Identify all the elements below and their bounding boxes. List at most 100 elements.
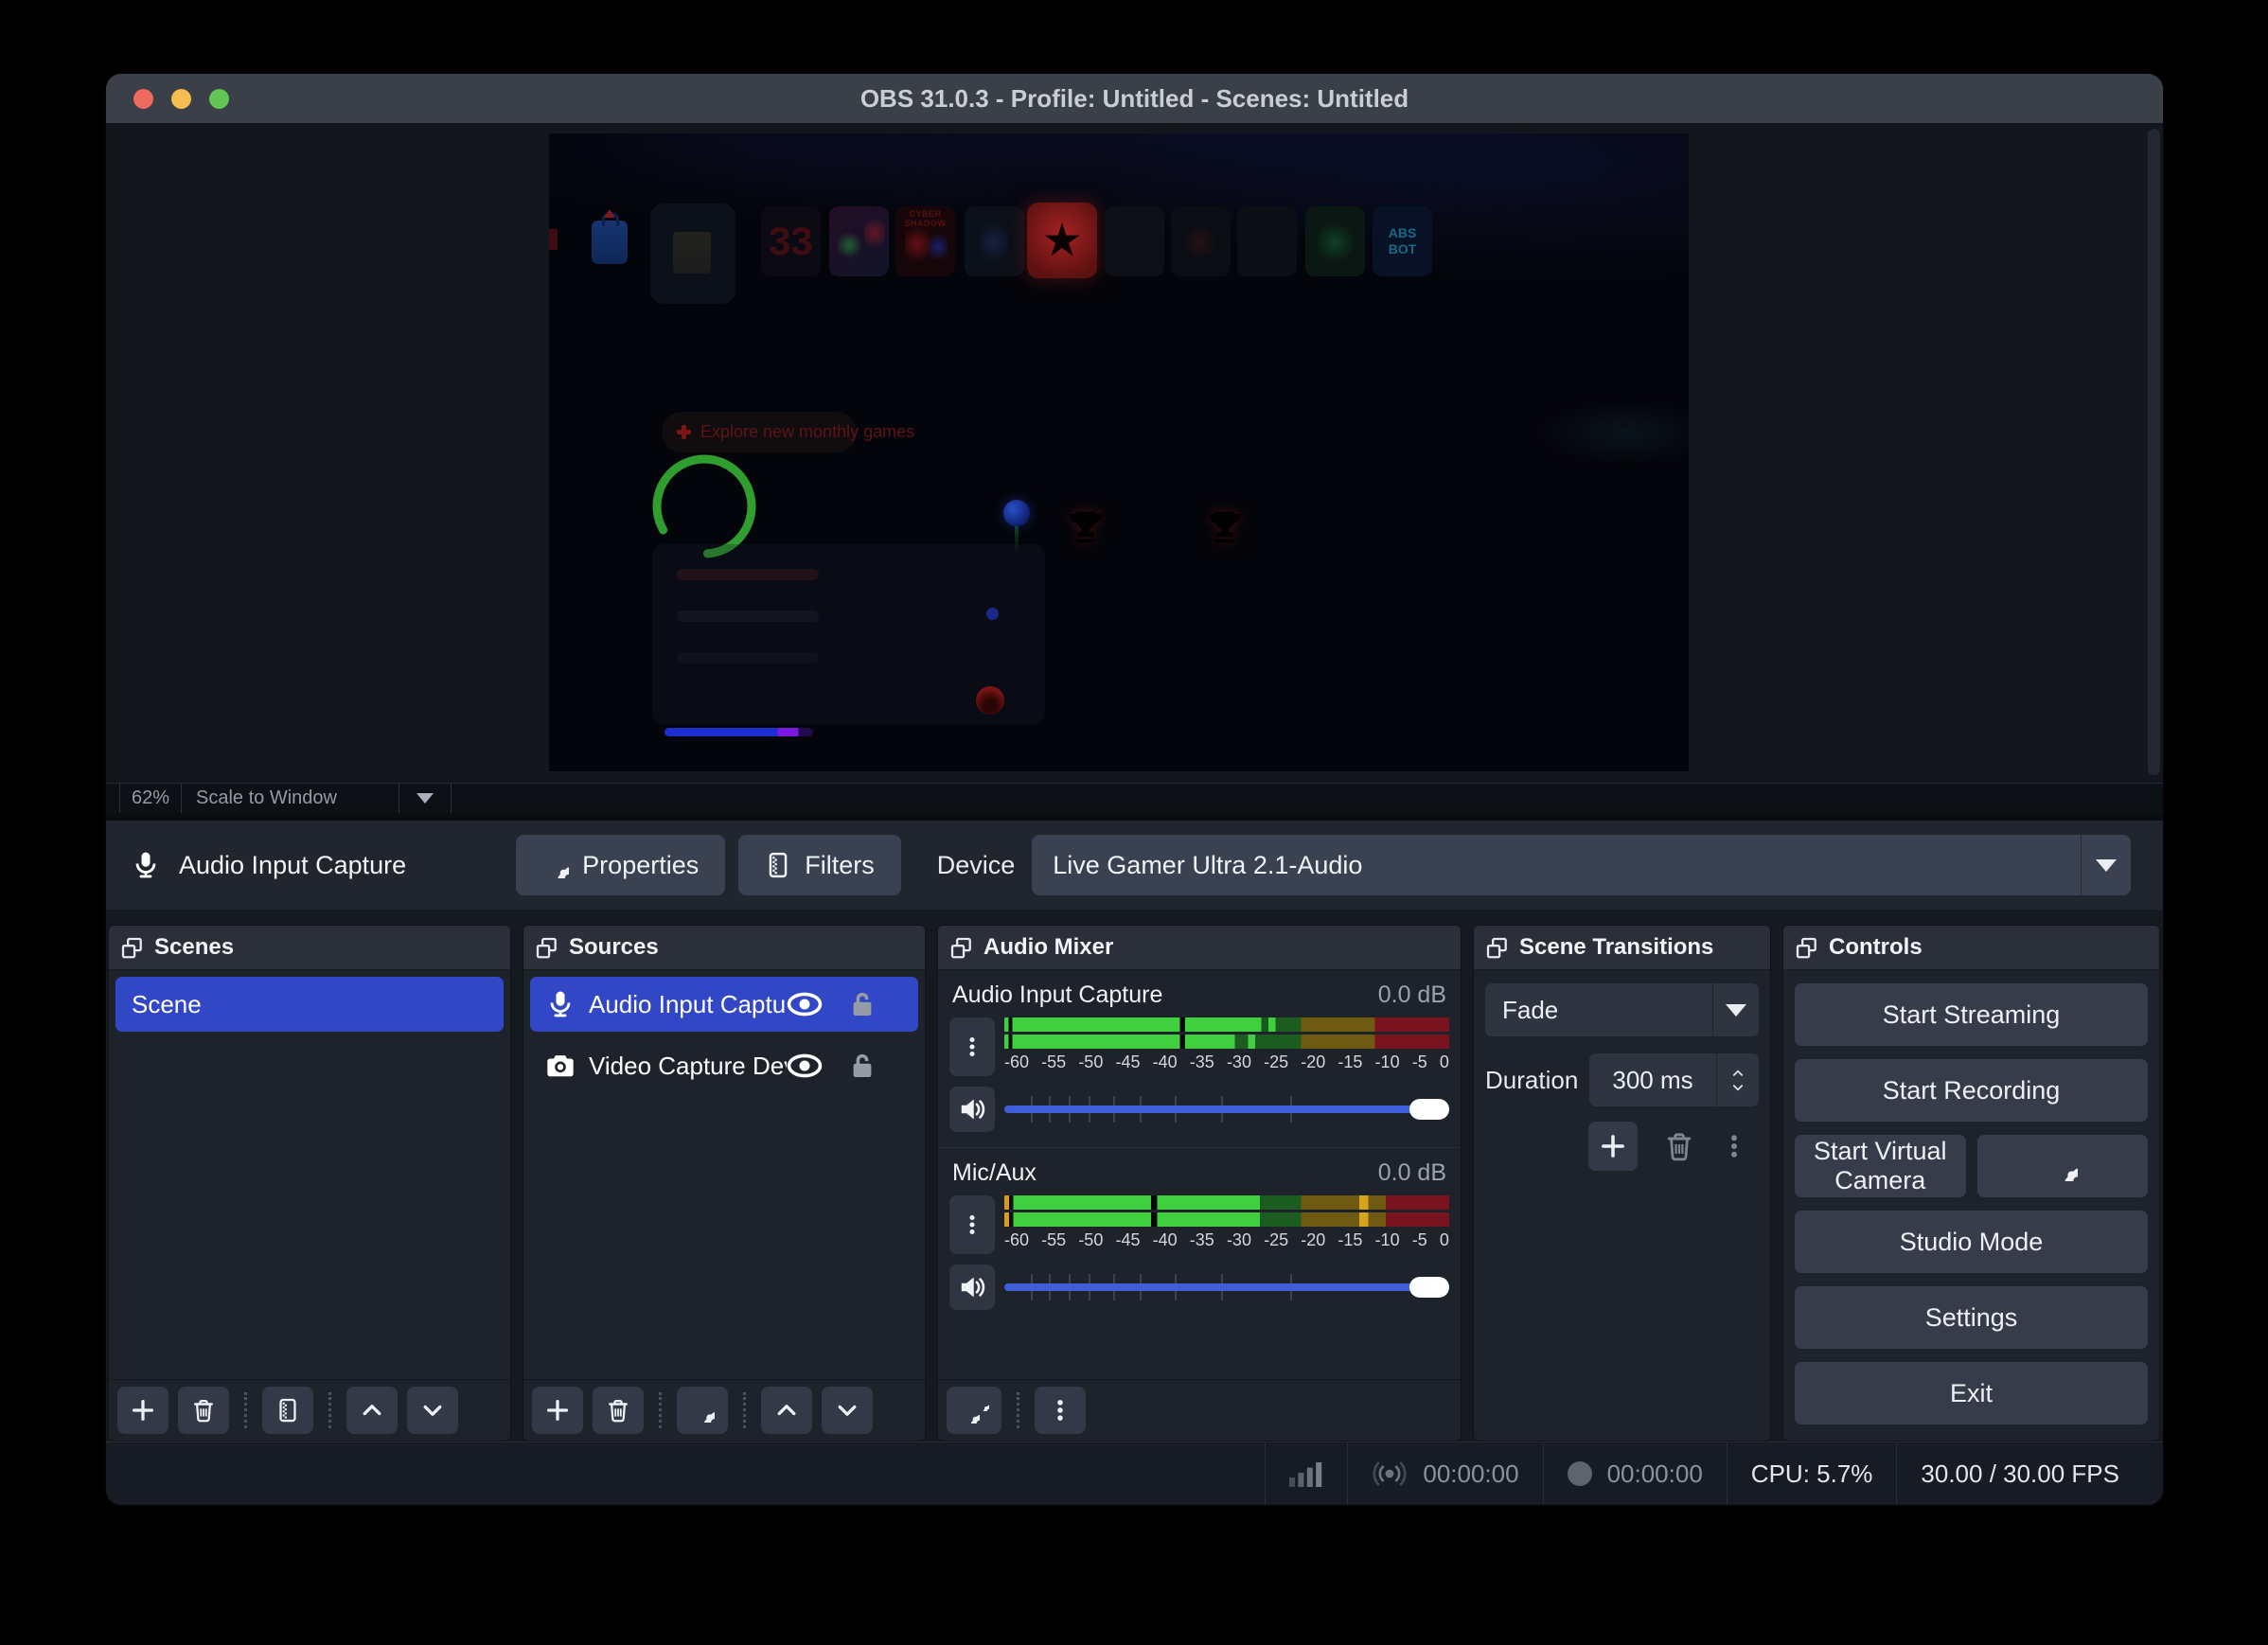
sources-toolbar [523,1379,925,1441]
exit-button[interactable]: Exit [1795,1362,2148,1424]
unlock-icon[interactable] [848,1052,877,1080]
virtual-camera-settings-button[interactable] [1977,1135,2149,1197]
device-select[interactable]: Live Gamer Ultra 2.1-Audio [1032,835,2131,895]
double-gear-icon [959,1397,989,1424]
eye-icon[interactable] [787,992,823,1017]
scale-mode-dropdown[interactable] [399,784,452,813]
mixer-channel-menu-button[interactable] [949,1017,995,1076]
chevron-down-icon [2096,859,2117,872]
device-select-arrow[interactable] [2081,835,2131,895]
remove-source-button[interactable] [593,1387,644,1434]
source-list-item[interactable]: Video Capture Devi [530,1038,918,1093]
scenes-panel-title: Scenes [154,934,234,961]
context-source: Audio Input Capture [132,851,406,880]
ps-plus-icon [677,425,691,439]
audio-mixer-body: Audio Input Capture 0.0 dB -60-55-50-45-… [938,970,1461,1379]
speaker-icon [959,1274,985,1300]
tile-text: BOT [1389,242,1417,256]
scenes-panel-header: Scenes [109,926,510,970]
camera-icon [546,1052,575,1080]
scene-filters-button[interactable] [262,1387,313,1434]
blue-dot-icon [986,608,999,620]
move-scene-up-button[interactable] [346,1387,398,1434]
vu-meter-right [1004,1035,1449,1049]
mixer-toolbar [938,1379,1461,1441]
volume-slider[interactable] [1004,1087,1449,1132]
duration-spinner-arrows[interactable] [1716,1053,1759,1106]
volume-slider[interactable] [1004,1265,1449,1310]
stream-time: 00:00:00 [1423,1459,1518,1489]
filter-icon [275,1398,300,1423]
source-name: Audio Input Captur [589,990,787,1019]
transition-select[interactable]: Fade [1485,983,1759,1036]
mixer-channel-menu-button[interactable] [949,1195,995,1254]
properties-button[interactable]: Properties [516,835,725,895]
filters-button[interactable]: Filters [738,835,901,895]
remove-transition-button[interactable] [1664,1131,1694,1161]
zoom-window-button[interactable] [209,89,229,109]
start-streaming-button[interactable]: Start Streaming [1795,983,2148,1046]
trophy-icon [1069,504,1103,548]
move-scene-down-button[interactable] [407,1387,458,1434]
kebab-menu-icon [961,1207,983,1243]
preview-zoom-bar: 62% Scale to Window [106,783,2163,813]
dock-icon [950,937,972,959]
add-scene-button[interactable] [117,1387,168,1434]
scale-mode-select[interactable]: Scale to Window [182,784,399,813]
microphone-icon [546,990,575,1018]
gear-icon [690,1398,715,1423]
mixer-channel-name: Audio Input Capture [952,982,1162,1009]
globe-icon [1003,500,1030,526]
microphone-icon [132,851,160,879]
controls-panel: Controls Start Streaming Start Recording… [1782,925,2160,1442]
toolbar-separator [244,1392,247,1428]
duration-label: Duration [1485,1066,1589,1095]
sources-panel-header: Sources [523,926,925,970]
unlock-icon[interactable] [848,990,877,1018]
source-list-item[interactable]: Audio Input Captur [530,977,918,1032]
mute-button[interactable] [949,1265,995,1310]
add-transition-button[interactable] [1588,1122,1638,1171]
transition-menu-button[interactable] [1721,1133,1747,1159]
trash-icon [191,1398,216,1423]
eye-icon[interactable] [787,1053,823,1078]
mute-button[interactable] [949,1087,995,1132]
divider [106,813,2163,821]
add-source-button[interactable] [532,1387,583,1434]
preview-scrollbar[interactable] [2148,129,2160,775]
studio-mode-button[interactable]: Studio Mode [1795,1211,2148,1273]
chevron-down-icon [416,793,434,804]
preview-video-canvas: 33 CYBER SHADOW ★ ABS BOT Explore new mo… [549,133,1689,771]
source-properties-button[interactable] [677,1387,728,1434]
move-source-down-button[interactable] [822,1387,873,1434]
advanced-audio-button[interactable] [947,1387,1001,1434]
duration-spinner[interactable]: 300 ms [1589,1053,1759,1106]
controls-header: Controls [1783,926,2159,970]
settings-button[interactable]: Settings [1795,1286,2148,1349]
status-separator [1896,1442,1897,1505]
close-window-button[interactable] [133,89,153,109]
gear-icon [542,852,569,878]
start-virtual-camera-button[interactable]: Start Virtual Camera [1795,1135,1966,1197]
remove-scene-button[interactable] [178,1387,229,1434]
start-recording-button[interactable]: Start Recording [1795,1059,2148,1122]
fps-indicator: 30.00 / 30.00 FPS [1921,1459,2119,1489]
trash-icon [606,1398,630,1423]
chevron-down-icon[interactable] [1729,1081,1746,1094]
minimize-window-button[interactable] [171,89,191,109]
volume-slider-handle[interactable] [1409,1277,1449,1298]
volume-slider-handle[interactable] [1409,1099,1449,1120]
scene-name: Scene [132,990,202,1019]
scene-transitions-panel: Scene Transitions Fade Duration 300 ms [1473,925,1771,1442]
move-source-up-button[interactable] [761,1387,812,1434]
chevron-down-icon [420,1398,445,1423]
window-title: OBS 31.0.3 - Profile: Untitled - Scenes:… [860,84,1409,114]
game-tile [1237,206,1297,276]
audio-mixer-panel: Audio Mixer Audio Input Capture 0.0 dB [937,925,1462,1442]
transition-select-arrow[interactable] [1712,983,1759,1036]
scene-list-item[interactable]: Scene [115,977,504,1032]
mixer-menu-button[interactable] [1035,1387,1086,1434]
audio-mixer-title: Audio Mixer [983,934,1113,961]
chevron-up-icon[interactable] [1729,1067,1746,1080]
transition-value: Fade [1485,996,1712,1025]
